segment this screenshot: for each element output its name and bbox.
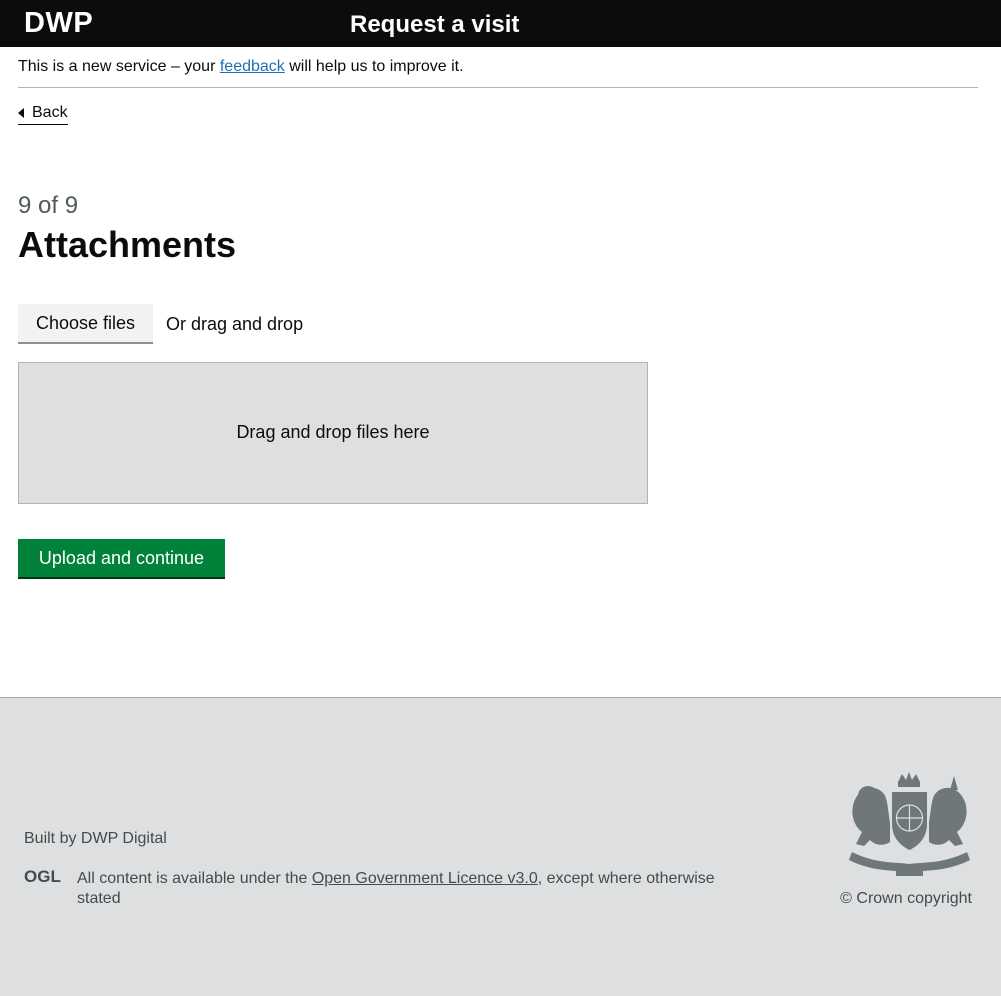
- step-caption: 9 of 9: [18, 192, 79, 219]
- open-government-licence-link[interactable]: Open Government Licence v3.0: [312, 870, 538, 887]
- site-footer: Built by DWP Digital OGL All content is …: [0, 697, 1001, 996]
- phase-banner: This is a new service – your feedback wi…: [18, 57, 978, 88]
- royal-coat-of-arms-icon: [849, 772, 970, 876]
- built-by-text: Built by DWP Digital: [24, 830, 167, 847]
- page-title: Attachments: [18, 224, 237, 265]
- dropzone-text: Drag and drop files here: [236, 422, 430, 442]
- crown-copyright[interactable]: © Crown copyright: [840, 889, 972, 909]
- ogl-logo-text: OGL: [24, 867, 61, 885]
- file-dropzone[interactable]: Drag and drop files here: [18, 362, 648, 504]
- licence-text-before: All content is available under the: [77, 870, 312, 887]
- dwp-logo[interactable]: DWP: [24, 7, 93, 39]
- back-link[interactable]: Back: [18, 102, 68, 125]
- banner-text-after: will help us to improve it.: [284, 58, 464, 75]
- or-drag-and-drop-text: Or drag and drop: [166, 314, 304, 334]
- back-arrow-icon: [18, 108, 24, 118]
- service-name[interactable]: Request a visit: [350, 10, 519, 40]
- upload-and-continue-button[interactable]: Upload and continue: [18, 539, 225, 579]
- site-header: DWP Request a visit: [0, 0, 1001, 47]
- feedback-link[interactable]: feedback: [220, 58, 285, 75]
- licence-text: All content is available under the Open …: [77, 869, 737, 909]
- banner-text-before: This is a new service – your: [18, 58, 220, 75]
- back-link-label: Back: [32, 104, 68, 121]
- choose-files-button[interactable]: Choose files: [18, 304, 153, 344]
- ogl-logo-icon: OGL: [24, 867, 61, 885]
